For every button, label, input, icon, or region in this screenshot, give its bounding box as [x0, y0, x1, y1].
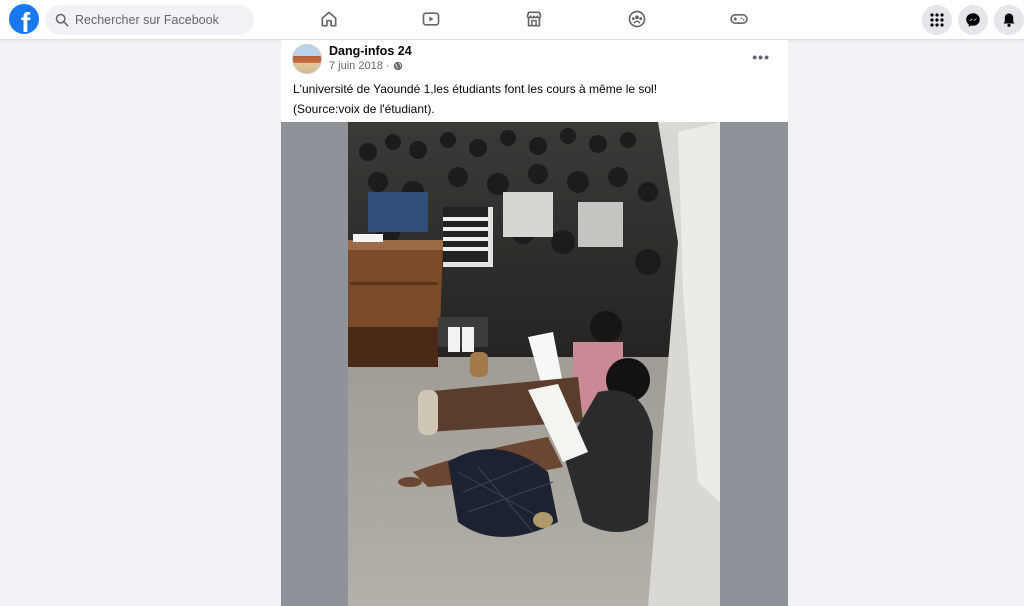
messenger-button[interactable]	[958, 5, 988, 35]
post-meta: 7 juin 2018 ·	[329, 60, 403, 72]
post-card: Dang-infos 24 7 juin 2018 · ••• L'univer…	[281, 40, 788, 606]
gaming-icon[interactable]	[728, 8, 750, 30]
post-photo[interactable]	[348, 122, 720, 606]
notifications-button[interactable]	[994, 5, 1024, 35]
facebook-logo[interactable]: f	[9, 4, 39, 34]
marketplace-icon[interactable]	[523, 8, 545, 30]
groups-icon[interactable]	[626, 8, 648, 30]
post-caption: L'université de Yaoundé 1,les étudiants …	[293, 79, 773, 119]
menu-grid-icon	[930, 13, 944, 27]
more-options-button[interactable]: •••	[752, 49, 770, 65]
caption-line-1: L'université de Yaoundé 1,les étudiants …	[293, 82, 658, 96]
watch-icon[interactable]	[420, 8, 442, 30]
meta-separator: ·	[385, 60, 390, 72]
messenger-icon	[966, 13, 980, 27]
home-icon[interactable]	[318, 8, 340, 30]
notifications-bell-icon	[1003, 13, 1015, 27]
page-avatar[interactable]	[292, 44, 322, 74]
search-icon	[55, 13, 69, 27]
post-date[interactable]: 7 juin 2018	[329, 60, 383, 72]
post-media[interactable]	[281, 122, 788, 606]
classroom-photo-illustration	[348, 122, 720, 606]
post-author-name[interactable]: Dang-infos 24	[329, 44, 412, 58]
search-box[interactable]	[45, 5, 254, 35]
search-input[interactable]	[75, 13, 245, 27]
caption-line-2: (Source:voix de l'étudiant).	[293, 102, 435, 116]
menu-grid-button[interactable]	[922, 5, 952, 35]
top-navigation-bar: f	[0, 0, 1024, 40]
globe-icon	[393, 61, 402, 71]
